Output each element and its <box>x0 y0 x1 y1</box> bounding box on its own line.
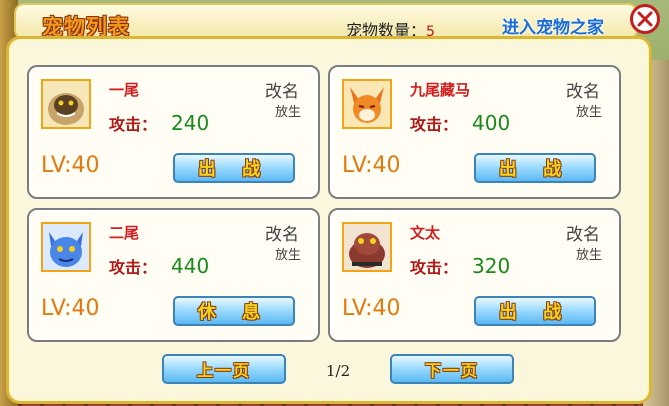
pet-name: 二尾 <box>109 224 140 242</box>
deploy-button[interactable]: 出 战 <box>474 296 596 326</box>
rest-button[interactable]: 休 息 <box>173 296 295 326</box>
release-button[interactable]: 放生 <box>576 244 602 263</box>
pet-card: 一尾 攻击： 240 改名 放生 LV:40 出 战 <box>27 65 320 199</box>
attack-label: 攻击： <box>410 258 459 277</box>
release-button[interactable]: 放生 <box>275 101 301 120</box>
enter-pet-home-link[interactable]: 进入宠物之家 <box>502 13 604 38</box>
pet-name: 一尾 <box>109 81 140 99</box>
attack-label: 攻击： <box>109 258 158 277</box>
toad-icon <box>342 222 392 272</box>
deploy-button[interactable]: 出 战 <box>474 153 596 183</box>
prev-page-button[interactable]: 上一页 <box>162 354 286 384</box>
pet-level: LV:40 <box>41 153 100 178</box>
attack-label: 攻击： <box>410 115 459 134</box>
attack-value: 240 <box>171 111 210 135</box>
pet-name: 九尾藏马 <box>410 81 471 99</box>
tanuki-icon <box>41 79 91 129</box>
pet-list-header: 宠物列表 宠物数量：5 进入宠物之家 <box>14 3 638 40</box>
rename-button[interactable]: 改名 <box>265 77 299 102</box>
rename-button[interactable]: 改名 <box>566 77 600 102</box>
fox-icon <box>342 79 392 129</box>
pet-card: 文太 攻击： 320 改名 放生 LV:40 出 战 <box>328 208 621 342</box>
rename-button[interactable]: 改名 <box>566 220 600 245</box>
close-icon <box>637 11 653 27</box>
cat-icon <box>41 222 91 272</box>
pet-level: LV:40 <box>41 296 100 321</box>
attack-value: 440 <box>171 254 210 278</box>
pet-level: LV:40 <box>342 153 401 178</box>
deploy-button[interactable]: 出 战 <box>173 153 295 183</box>
page-indicator: 1/2 <box>326 362 351 380</box>
pet-name: 文太 <box>410 224 441 242</box>
pet-card: 九尾藏马 攻击： 400 改名 放生 LV:40 出 战 <box>328 65 621 199</box>
close-button[interactable] <box>630 4 660 34</box>
pet-level: LV:40 <box>342 296 401 321</box>
attack-value: 320 <box>472 254 511 278</box>
next-page-button[interactable]: 下一页 <box>390 354 514 384</box>
rename-button[interactable]: 改名 <box>265 220 299 245</box>
release-button[interactable]: 放生 <box>275 244 301 263</box>
release-button[interactable]: 放生 <box>576 101 602 120</box>
pet-card: 二尾 攻击： 440 改名 放生 LV:40 休 息 <box>27 208 320 342</box>
attack-label: 攻击： <box>109 115 158 134</box>
attack-value: 400 <box>472 111 511 135</box>
